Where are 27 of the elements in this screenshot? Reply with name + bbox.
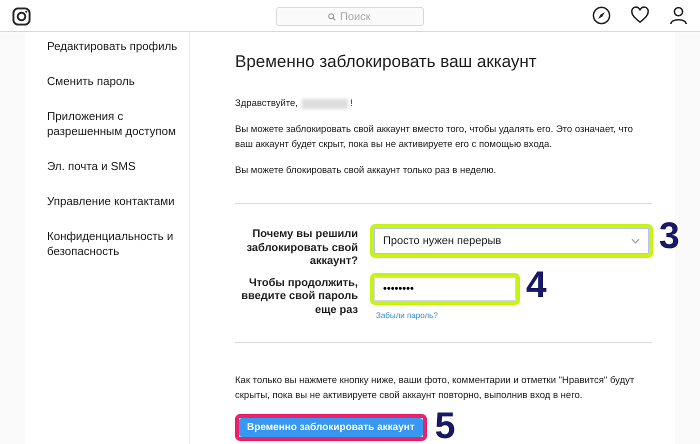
step-number: 5 <box>434 410 456 440</box>
forgot-password-link[interactable]: Забыли пароль? <box>376 310 547 320</box>
paragraph: Вы можете блокировать свой аккаунт только раз в неделю. <box>235 164 498 178</box>
profile-icon[interactable] <box>669 6 688 25</box>
step-number: 4 <box>526 270 547 300</box>
sidebar-item[interactable]: Конфиденциальность и безопасность <box>47 230 187 280</box>
password-field[interactable]: •••••••• <box>374 276 516 300</box>
field-label: Чтобы продолжить, введите свой пароль еще раз <box>240 276 358 318</box>
sidebar-item[interactable]: Эл. почта и SMS <box>47 160 187 195</box>
camera-icon[interactable] <box>12 7 31 26</box>
step-number: 3 <box>659 221 680 251</box>
page-title: Временно заблокировать ваш аккаунт <box>235 52 538 72</box>
paragraph: Вы можете заблокировать свой аккаунт вместо того, чтобы удалять его. Это означает, что ваш аккаунт будет скрыт, пока вы не активируете его с помощью входа. <box>235 123 634 152</box>
sidebar-item[interactable]: Сменить пароль <box>47 75 187 110</box>
greeting-mark: ! <box>350 98 353 109</box>
blurred-name <box>302 98 348 108</box>
sidebar-item[interactable]: Приложения с разрешенным доступом <box>47 110 187 160</box>
sidebar-item[interactable]: Редактировать профиль <box>47 40 187 75</box>
sidebar-item[interactable]: Управление контактами <box>47 195 187 230</box>
chevron-icon <box>631 238 640 244</box>
reason-dropdown[interactable]: Просто нужен перерыв <box>374 228 649 254</box>
heart-icon[interactable] <box>630 6 650 25</box>
greeting: Здравствуйте, <box>235 98 298 109</box>
search-field[interactable]: Поиск <box>276 7 424 26</box>
notice-text: Как только вы нажмете кнопку ниже, ваши фото, комментарии и отметки "Нравится" будут скрыты, пока вы не активируете свой аккаунт повторно, выполнив вход в него. <box>235 374 636 402</box>
field-label: Почему вы решили заблокировать свой аккаунт? <box>246 227 358 268</box>
compass-icon[interactable] <box>592 6 611 25</box>
